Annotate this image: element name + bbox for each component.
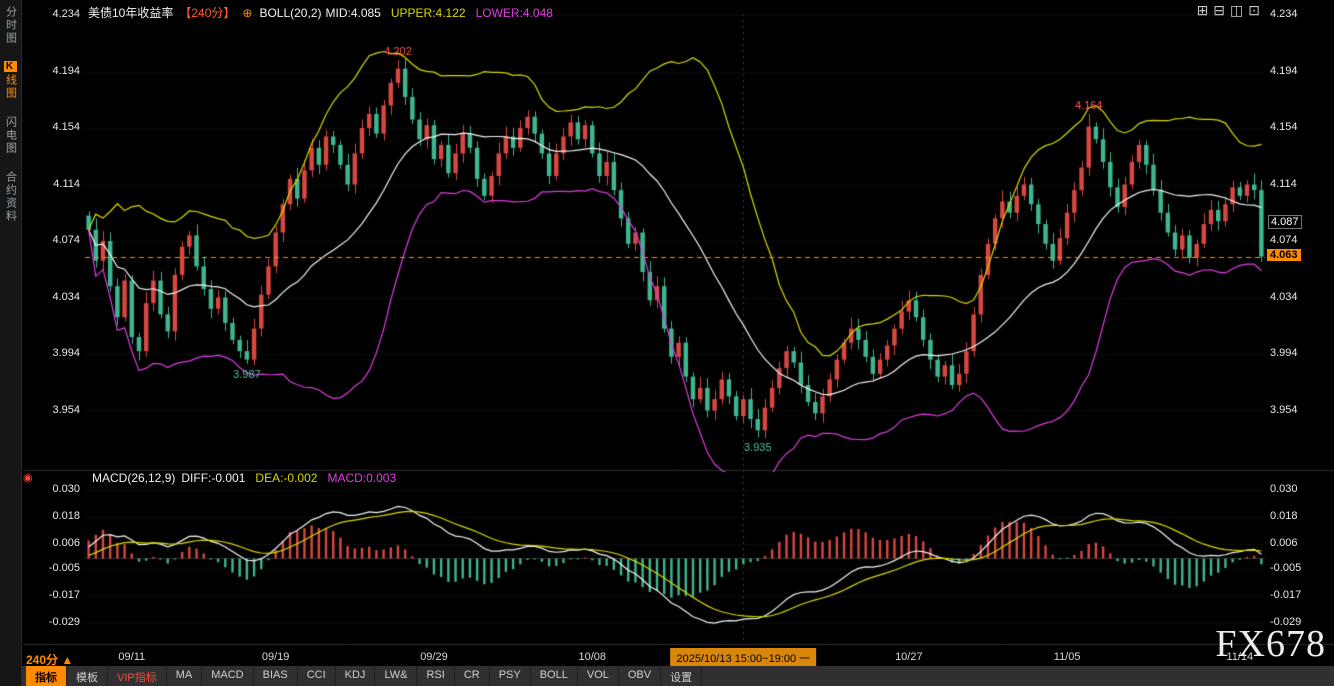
footer-tab-settings[interactable]: 设置 bbox=[661, 666, 702, 686]
sidebar-tab-label: 分时图 bbox=[5, 6, 17, 45]
indicator-tabs: 指标模板VIP指标MAMACDBIASCCIKDJLW&RSICRPSYBOLL… bbox=[26, 666, 702, 686]
macd-dea-value: DEA:-0.002 bbox=[255, 471, 317, 485]
macd-label: MACD(26,12,9) bbox=[92, 471, 175, 485]
footer-tab-indicators[interactable]: 指标 bbox=[26, 666, 67, 686]
footer-tab-templates[interactable]: 模板 bbox=[67, 666, 108, 686]
chart-header: 美债10年收益率【240分】 ⊕ BOLL(20,2) MID:4.085 UPPER:… bbox=[88, 4, 553, 21]
interval-arrow-icon: ▲ bbox=[61, 653, 73, 667]
k-badge-icon: K bbox=[4, 61, 17, 72]
footer-tab-macd[interactable]: MACD bbox=[202, 666, 253, 686]
instrument-title: 美债10年收益率 bbox=[88, 6, 173, 20]
layout-single-icon[interactable]: ⊡ bbox=[1248, 2, 1260, 18]
left-sidebar: 分时图 K 线图 闪电图 合约资料 bbox=[0, 0, 22, 686]
footer-tab-cci[interactable]: CCI bbox=[298, 666, 336, 686]
footer-tab-lw[interactable]: LW& bbox=[375, 666, 417, 686]
price-chart-canvas[interactable] bbox=[0, 0, 1334, 686]
sidebar-tab-label: 合约资料 bbox=[5, 171, 17, 223]
footer-tab-ma[interactable]: MA bbox=[167, 666, 203, 686]
footer-tab-rsi[interactable]: RSI bbox=[417, 666, 454, 686]
macd-indicator-icon[interactable]: ◉ bbox=[23, 471, 33, 484]
sidebar-tab-candlestick[interactable]: K 线图 bbox=[3, 61, 19, 100]
selected-time-badge: 2025/10/13 15:00~19:00 一 bbox=[671, 648, 817, 668]
sidebar-tab-flash[interactable]: 闪电图 bbox=[3, 116, 19, 155]
macd-macd-value: MACD:0.003 bbox=[327, 471, 396, 485]
macd-header: MACD(26,12,9) DIFF:-0.001 DEA:-0.002 MACD:0… bbox=[92, 471, 396, 485]
footer-tab-kdj[interactable]: KDJ bbox=[336, 666, 376, 686]
last-price-badge: 4.063 bbox=[1267, 249, 1301, 261]
layout-columns-icon[interactable]: ◫ bbox=[1230, 2, 1243, 18]
layout-grid-icon[interactable]: ⊞ bbox=[1197, 2, 1209, 18]
footer-tab-bias[interactable]: BIAS bbox=[254, 666, 298, 686]
boll-upper-value: UPPER:4.122 bbox=[391, 6, 466, 20]
sidebar-tab-label: 线图 bbox=[5, 74, 17, 100]
fx678-watermark: FX678 bbox=[1215, 622, 1326, 666]
footer-tab-obv[interactable]: OBV bbox=[619, 666, 661, 686]
interval-text: 240分 bbox=[26, 653, 58, 667]
interval-label[interactable]: 【240分】 bbox=[179, 6, 235, 20]
footer-tab-cr[interactable]: CR bbox=[455, 666, 490, 686]
footer-tab-psy[interactable]: PSY bbox=[490, 666, 531, 686]
boll-label: BOLL(20,2) bbox=[259, 6, 321, 20]
boll-lower-value: LOWER:4.048 bbox=[476, 6, 553, 20]
sidebar-tab-label: 闪电图 bbox=[5, 116, 17, 155]
footer-tab-boll[interactable]: BOLL bbox=[531, 666, 578, 686]
layout-rows-icon[interactable]: ⊟ bbox=[1213, 2, 1225, 18]
boll-mid-value: MID:4.085 bbox=[326, 6, 381, 20]
footer-tab-vol[interactable]: VOL bbox=[578, 666, 619, 686]
footer-tab-bar: 指标模板VIP指标MAMACDBIASCCIKDJLW&RSICRPSYBOLL… bbox=[0, 666, 1334, 686]
sidebar-tab-contract-info[interactable]: 合约资料 bbox=[3, 171, 19, 223]
sidebar-tab-time-share[interactable]: 分时图 bbox=[3, 6, 19, 45]
footer-tab-vip-indicators[interactable]: VIP指标 bbox=[108, 666, 167, 686]
mid-price-badge: 4.087 bbox=[1268, 215, 1302, 229]
add-indicator-icon[interactable]: ⊕ bbox=[242, 6, 252, 20]
layout-icons-group: ⊞ ⊟ ◫ ⊡ bbox=[1197, 2, 1260, 18]
macd-diff-value: DIFF:-0.001 bbox=[181, 471, 245, 485]
